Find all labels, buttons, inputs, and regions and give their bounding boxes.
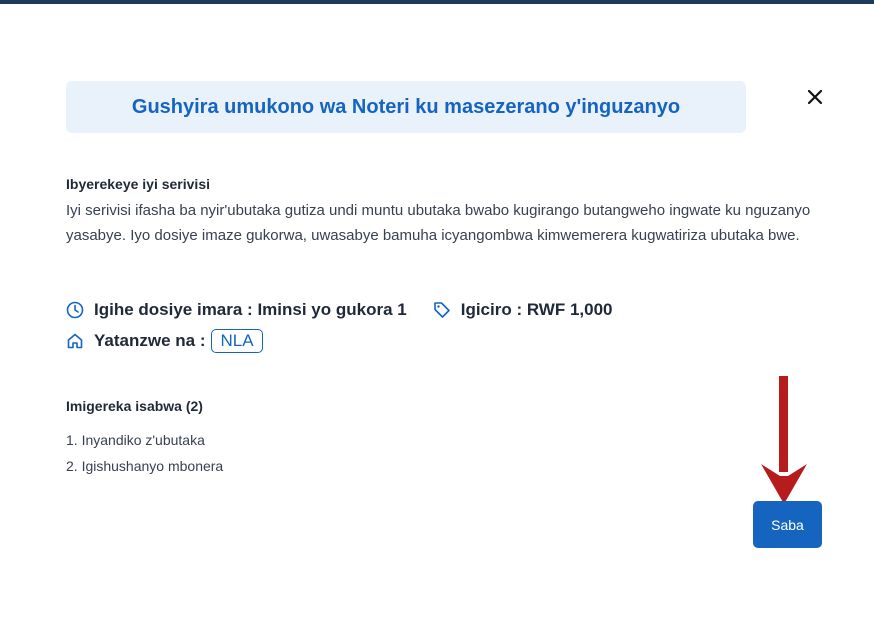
processing-time: Igihe dosiye imara : Iminsi yo gukora 1: [94, 300, 407, 319]
close-button[interactable]: [803, 85, 827, 109]
service-description: Iyi serivisi ifasha ba nyir'ubutaka guti…: [66, 202, 811, 244]
saba-button[interactable]: Saba: [753, 501, 822, 548]
price: Igiciro : RWF 1,000: [460, 300, 613, 319]
provider-label: Yatanzwe na :: [94, 331, 206, 350]
home-icon: [67, 333, 83, 349]
requirements-heading: Imigereka isabwa (2): [66, 398, 203, 414]
tag-icon: [433, 302, 450, 318]
top-border: [0, 0, 874, 4]
clock-icon: [66, 301, 84, 319]
meta-row-2: Yatanzwe na : NLA: [66, 329, 263, 353]
list-item: 1. Inyandiko z'ubutaka: [66, 432, 205, 448]
modal-title: Gushyira umukono wa Noteri ku masezerano…: [131, 95, 681, 118]
about-heading: Ibyerekeye iyi serivisi: [66, 176, 210, 192]
annotation-arrow-icon: [761, 376, 807, 504]
list-item: 2. Igishushanyo mbonera: [66, 458, 224, 474]
modal-title-banner: Gushyira umukono wa Noteri ku masezerano…: [66, 81, 746, 133]
close-icon: [807, 89, 823, 105]
requirements-list: 1. Inyandiko z'ubutaka 2. Igishushanyo m…: [66, 427, 223, 479]
meta-row-1: Igihe dosiye imara : Iminsi yo gukora 1 …: [66, 300, 613, 320]
provider-badge: NLA: [211, 329, 263, 353]
